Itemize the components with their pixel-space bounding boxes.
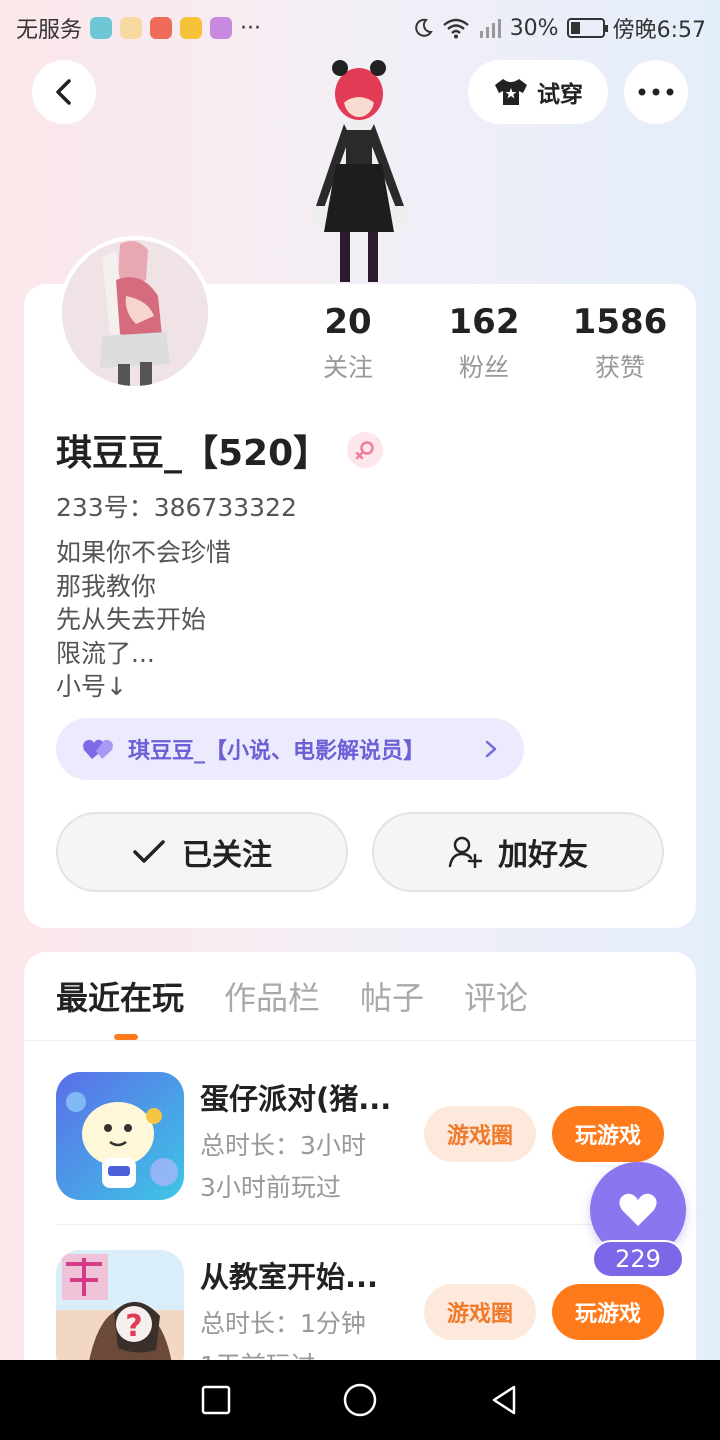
linked-account-pill[interactable]: 琪豆豆_【小说、电影解说员】 [56,718,524,780]
status-bar: 无服务 ··· 30% 傍晚6:57 [0,0,720,52]
user-id: 233号：386733322 [56,493,297,522]
try-on-button[interactable]: 试穿 [468,60,608,124]
stat-label: 关注 [322,353,373,382]
battery-icon [566,18,608,38]
tab-works[interactable]: 作品栏 [224,974,320,1022]
avatar[interactable] [58,236,212,390]
carrier-text: 无服务 [16,18,83,43]
game-title: 从教室开始... [200,1260,379,1294]
bio: 如果你不会珍惜 那我教你 先从失去开始 限流了... 小号↓ [56,536,231,704]
stat-likes[interactable]: 1586 获赞 [552,300,688,384]
stat-value: 20 [324,302,372,342]
signal-icon [479,19,501,38]
stat-following[interactable]: 20 关注 [280,300,416,384]
wifi-icon [442,18,469,39]
tab-comments[interactable]: 评论 [464,974,528,1022]
stat-value: 162 [448,302,520,342]
stat-followers[interactable]: 162 粉丝 [416,300,552,384]
moon-icon [414,18,433,37]
try-on-label: 试穿 [537,82,583,108]
game-duration: 总时长：3小时 [200,1131,366,1160]
system-nav-bar [0,1360,720,1440]
check-icon [133,840,165,863]
play-game-button[interactable]: 玩游戏 [552,1106,664,1162]
tshirt-icon [495,79,527,105]
game-circle-button[interactable]: 游戏圈 [424,1284,536,1340]
bio-line: 小号↓ [56,672,127,701]
recent-apps-icon[interactable] [200,1384,232,1416]
list-item[interactable]: 蛋仔派对(猪... 总时长：3小时 3小时前玩过 游戏圈 玩游戏 [56,1072,668,1202]
game-last-played: 3小时前玩过 [200,1173,341,1202]
bio-line: 先从失去开始 [56,605,207,634]
more-dots-icon [638,88,674,96]
tab-posts[interactable]: 帖子 [360,974,424,1022]
add-friend-button[interactable]: 加好友 [372,812,664,892]
tab-divider [24,1040,696,1041]
avatar-image [62,240,208,386]
folder-app-icon [180,17,203,39]
stat-value: 1586 [572,302,668,342]
action-buttons: 已关注 加好友 [56,812,664,892]
bio-line: 那我教你 [56,571,157,601]
double-heart-icon [83,739,113,759]
back-nav-icon[interactable] [488,1384,520,1416]
linked-account-label: 琪豆豆_【小说、电影解说员】 [128,739,426,764]
shop-app-icon [150,17,173,39]
username: 琪豆豆_【520】 [56,433,330,474]
like-count: 229 [592,1240,684,1278]
username-row: 琪豆豆_【520】 [56,424,384,476]
tab-recently-played[interactable]: 最近在玩 [56,974,184,1022]
bio-line: 限流了... [56,638,155,668]
more-notifications-icon: ··· [240,15,261,41]
game-icon: ? [56,1250,184,1378]
stat-label: 粉丝 [458,353,509,382]
game-duration: 总时长：1分钟 [200,1309,366,1338]
chevron-left-icon [56,79,71,105]
profile-tabs: 最近在玩 作品栏 帖子 评论 [56,974,528,1022]
followed-label: 已关注 [182,838,272,873]
game-title: 蛋仔派对(猪... [200,1082,392,1116]
add-friend-label: 加好友 [498,838,588,873]
shield-app-icon [90,17,113,39]
clock: 傍晚6:57 [612,18,706,43]
home-icon[interactable] [342,1382,378,1418]
chevron-right-icon [485,740,497,758]
game-circle-button[interactable]: 游戏圈 [424,1106,536,1162]
female-icon [347,432,384,468]
battery-percent: 30% [509,15,559,41]
stat-label: 获赞 [594,353,645,382]
profile-stats: 20 关注 162 粉丝 1586 获赞 [280,300,688,384]
play-game-button[interactable]: 玩游戏 [552,1284,664,1340]
followed-button[interactable]: 已关注 [56,812,348,892]
game-icon [56,1072,184,1200]
svg-text:?: ? [125,1309,142,1344]
row-divider [56,1224,668,1225]
more-options-button[interactable] [624,60,688,124]
back-button[interactable] [32,60,96,124]
app-icon [210,17,233,39]
taobao-app-icon [120,17,143,39]
avatar-character-image[interactable] [296,56,422,286]
bio-line: 如果你不会珍惜 [56,538,232,567]
heart-icon [619,1193,657,1226]
add-user-icon [448,836,482,869]
